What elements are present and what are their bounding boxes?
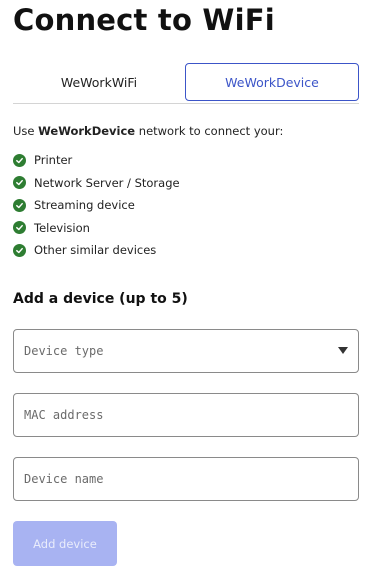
intro-text: Use WeWorkDevice network to connect your… bbox=[13, 124, 283, 138]
list-item: Network Server / Storage bbox=[13, 172, 180, 195]
list-item: Other similar devices bbox=[13, 239, 180, 262]
mac-address-field-wrapper bbox=[13, 393, 359, 437]
list-item: Streaming device bbox=[13, 194, 180, 217]
intro-prefix: Use bbox=[13, 124, 39, 138]
check-circle-icon bbox=[13, 198, 26, 212]
check-circle-icon bbox=[13, 243, 26, 257]
list-item-label: Printer bbox=[34, 153, 73, 168]
intro-suffix: network to connect your: bbox=[135, 124, 284, 138]
caret-down-icon bbox=[338, 347, 348, 354]
check-circle-icon bbox=[13, 153, 26, 167]
tab-weworkdevice[interactable]: WeWorkDevice bbox=[185, 63, 359, 101]
supported-device-list: Printer Network Server / Storage Streami… bbox=[13, 149, 180, 262]
device-type-placeholder: Device type bbox=[24, 344, 104, 358]
network-tabs: WeWorkWiFi WeWorkDevice bbox=[13, 63, 359, 104]
device-type-select[interactable]: Device type bbox=[13, 329, 359, 373]
list-item-label: Television bbox=[34, 220, 90, 235]
add-device-heading: Add a device (up to 5) bbox=[13, 291, 188, 307]
intro-network-name: WeWorkDevice bbox=[38, 124, 136, 138]
page-title: Connect to WiFi bbox=[13, 3, 275, 37]
list-item-label: Network Server / Storage bbox=[34, 175, 180, 190]
tab-weworkwifi[interactable]: WeWorkWiFi bbox=[13, 63, 185, 101]
check-circle-icon bbox=[13, 221, 26, 235]
device-name-input[interactable] bbox=[14, 458, 358, 500]
device-name-field-wrapper bbox=[13, 457, 359, 501]
list-item-label: Other similar devices bbox=[34, 243, 157, 258]
list-item: Printer bbox=[13, 149, 180, 172]
list-item-label: Streaming device bbox=[34, 198, 135, 213]
list-item: Television bbox=[13, 217, 180, 240]
mac-address-input[interactable] bbox=[14, 394, 358, 436]
check-circle-icon bbox=[13, 176, 26, 190]
add-device-button[interactable]: Add device bbox=[13, 521, 117, 566]
